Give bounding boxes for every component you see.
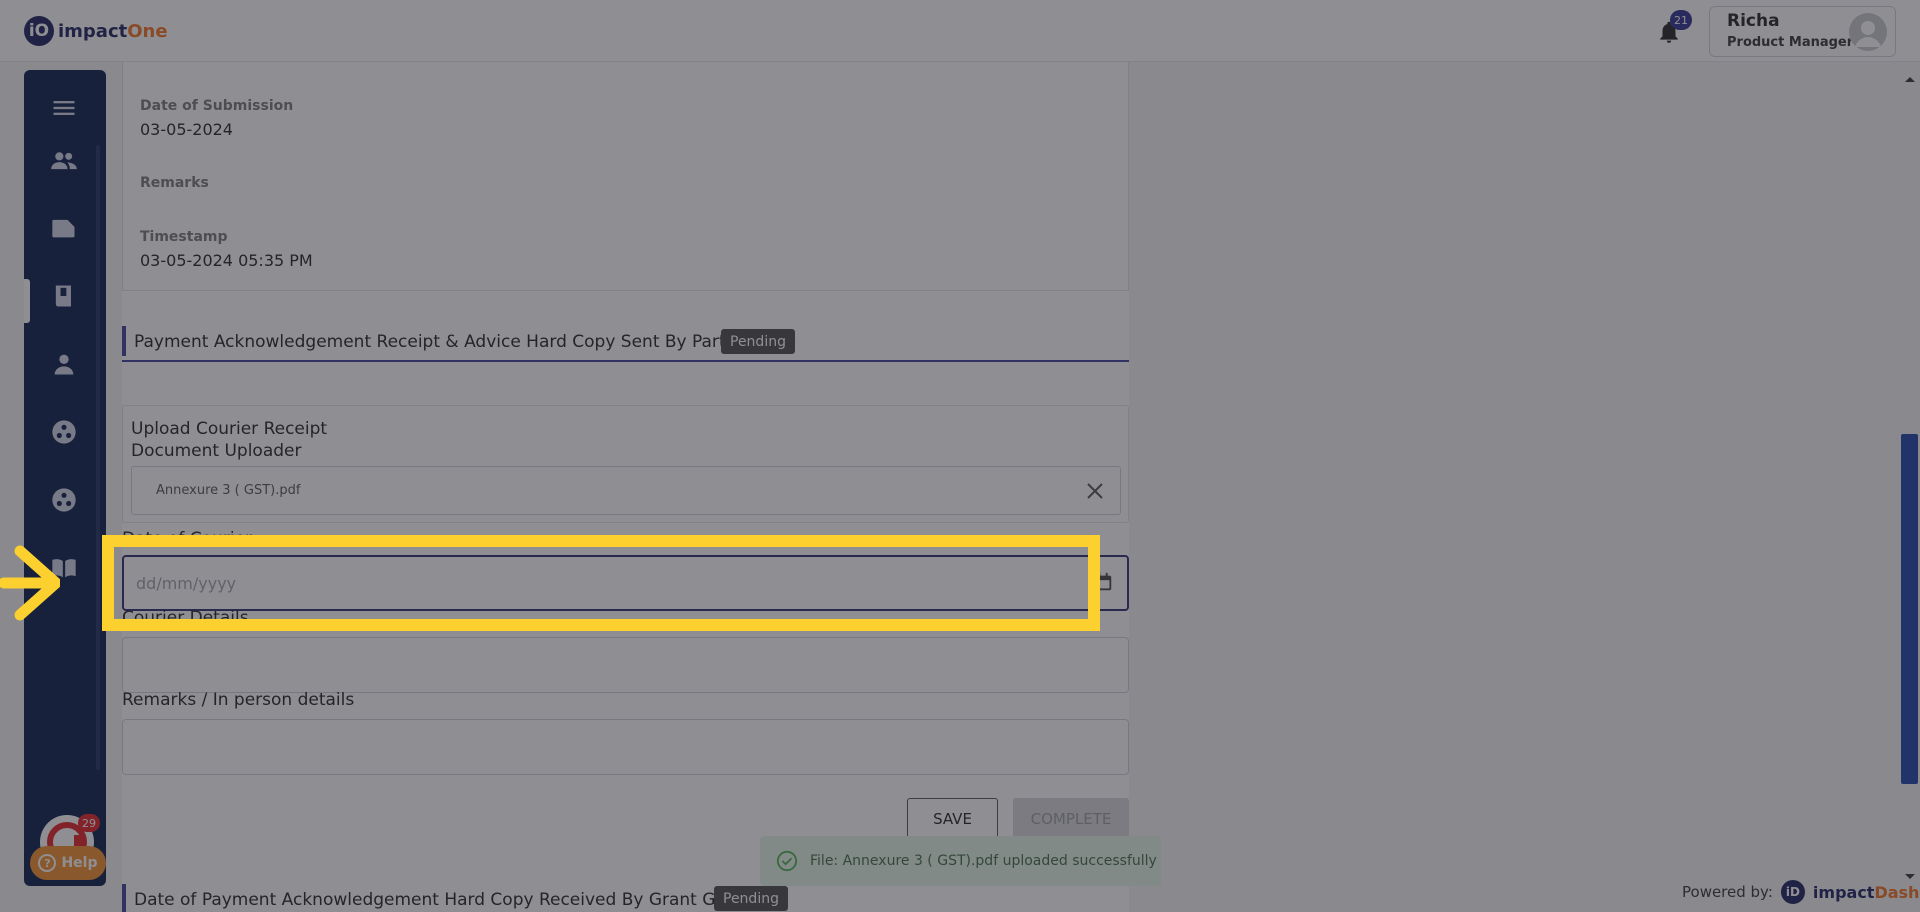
people-icon[interactable]	[50, 147, 78, 175]
powered-label: Powered by:	[1682, 883, 1773, 901]
assistant-badge: 29	[78, 814, 100, 832]
calendar-icon[interactable]	[1092, 570, 1114, 594]
help-icon: ?	[38, 854, 57, 872]
remarks-details-input[interactable]	[122, 719, 1129, 775]
manual-icon[interactable]	[50, 554, 78, 582]
top-header: iO impactOne 21 Richa Product Manager	[0, 0, 1920, 62]
remarks-details-label: Remarks / In person details	[122, 690, 355, 710]
person-icon[interactable]	[50, 350, 78, 378]
section-accent-bar	[122, 326, 126, 356]
notification-badge: 21	[1670, 10, 1692, 30]
file-name: Annexure 3 ( GST).pdf	[156, 483, 301, 498]
remarks-label: Remarks	[140, 175, 209, 191]
close-icon[interactable]	[1083, 479, 1107, 503]
folder-icon[interactable]	[50, 214, 78, 242]
logo-text: impactOne	[58, 20, 168, 42]
submission-date-label: Date of Submission	[140, 98, 294, 114]
sidebar-scrollbar[interactable]	[96, 145, 100, 770]
complete-button[interactable]: COMPLETE	[1013, 798, 1129, 840]
timestamp-value: 03-05-2024 05:35 PM	[140, 251, 313, 270]
submission-date-value: 03-05-2024	[140, 120, 233, 139]
active-indicator	[24, 279, 30, 323]
user-name: Richa	[1727, 11, 1780, 31]
help-label: Help	[61, 855, 98, 871]
upload-box: Upload Courier Receipt Document Uploader…	[122, 405, 1129, 523]
next-section-accent-bar	[122, 884, 126, 912]
hub-alt-icon[interactable]	[50, 486, 78, 514]
section-header: Payment Acknowledgement Receipt & Advice…	[122, 324, 1129, 362]
courier-details-input[interactable]	[122, 637, 1129, 693]
courier-details-label: Courier Details	[122, 608, 249, 628]
toast-message: File: Annexure 3 ( GST).pdf uploaded suc…	[810, 853, 1157, 869]
timestamp-label: Timestamp	[140, 229, 228, 245]
impactdash-logo-mark: iD	[1780, 880, 1805, 904]
menu-icon[interactable]	[50, 94, 78, 122]
help-button[interactable]: ? Help	[30, 846, 106, 880]
section-title: Payment Acknowledgement Receipt & Advice…	[134, 332, 754, 352]
upload-title: Upload Courier Receipt	[131, 419, 328, 439]
impactdash-logo-text: impactDash	[1812, 882, 1920, 902]
status-badge: Pending	[721, 329, 795, 354]
powered-by: Powered by: iD impactDash	[1682, 880, 1919, 904]
book-icon[interactable]	[50, 282, 78, 310]
check-circle-icon	[776, 850, 798, 872]
next-section-title: Date of Payment Acknowledgement Hard Cop…	[134, 890, 748, 910]
submission-details: Date of Submission 03-05-2024 Remarks Ti…	[122, 62, 1129, 291]
impactone-logo[interactable]: iO impactOne	[24, 16, 168, 46]
logo-mark: iO	[24, 16, 54, 46]
next-status-badge: Pending	[714, 886, 788, 911]
uploaded-file-field[interactable]: Annexure 3 ( GST).pdf	[131, 466, 1121, 515]
scrollbar-thumb[interactable]	[1901, 434, 1918, 784]
upload-success-toast: File: Annexure 3 ( GST).pdf uploaded suc…	[760, 836, 1161, 886]
courier-date-input[interactable]	[122, 555, 1129, 611]
scroll-up-icon[interactable]	[1900, 72, 1920, 86]
user-menu[interactable]: Richa Product Manager	[1709, 6, 1896, 57]
person-avatar-icon	[1855, 21, 1881, 47]
hub-icon[interactable]	[50, 418, 78, 446]
avatar	[1849, 13, 1887, 51]
sidebar: 29 ? Help	[24, 70, 106, 886]
main-panel: Date of Submission 03-05-2024 Remarks Ti…	[122, 62, 1129, 912]
courier-date-label: Date of Courier	[122, 529, 253, 549]
save-button[interactable]: SAVE	[907, 798, 998, 840]
upload-subtitle: Document Uploader	[131, 441, 302, 461]
user-role: Product Manager	[1727, 35, 1854, 50]
